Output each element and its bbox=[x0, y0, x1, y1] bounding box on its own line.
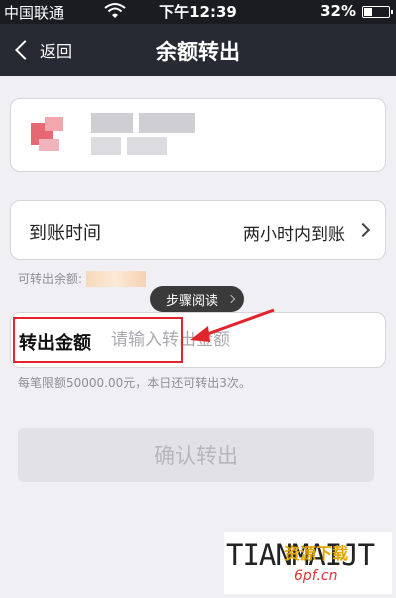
page-title: 余额转出 bbox=[156, 40, 240, 64]
step-reading-tooltip[interactable]: 步骤阅读 bbox=[150, 286, 244, 312]
watermark-cn: 资源下载 bbox=[284, 544, 349, 563]
highlight-box bbox=[13, 317, 183, 363]
bank-card-selector[interactable] bbox=[10, 98, 386, 172]
available-balance: 可转出余额: bbox=[18, 270, 147, 287]
arrival-time-value: 两小时内到账 bbox=[243, 225, 345, 245]
battery-percent: 32% bbox=[320, 2, 356, 20]
available-balance-redacted bbox=[86, 270, 147, 287]
chevron-right-icon bbox=[226, 294, 236, 304]
nav-bar: 返回 余额转出 bbox=[0, 24, 396, 76]
watermark: TIANMAIJT 资源下载 6pf.cn bbox=[224, 532, 392, 594]
bank-logo bbox=[31, 117, 65, 153]
battery-icon bbox=[362, 6, 393, 18]
watermark-site: 6pf.cn bbox=[294, 568, 338, 584]
bank-name-redacted bbox=[91, 113, 221, 133]
bank-account-redacted bbox=[91, 137, 201, 155]
tooltip-label: 步骤阅读 bbox=[166, 293, 219, 309]
annotation-arrow bbox=[190, 308, 275, 342]
status-bar: 中国联通 下午12:39 32% bbox=[0, 0, 396, 24]
arrival-time-row[interactable]: 到账时间 两小时内到账 bbox=[10, 200, 386, 260]
arrival-time-label: 到账时间 bbox=[29, 223, 101, 244]
available-balance-label: 可转出余额: bbox=[18, 272, 83, 286]
limit-note: 每笔限额50000.00元，本日还可转出3次。 bbox=[18, 376, 251, 390]
confirm-transfer-button[interactable]: 确认转出 bbox=[18, 428, 374, 482]
chevron-right-icon bbox=[355, 222, 371, 238]
